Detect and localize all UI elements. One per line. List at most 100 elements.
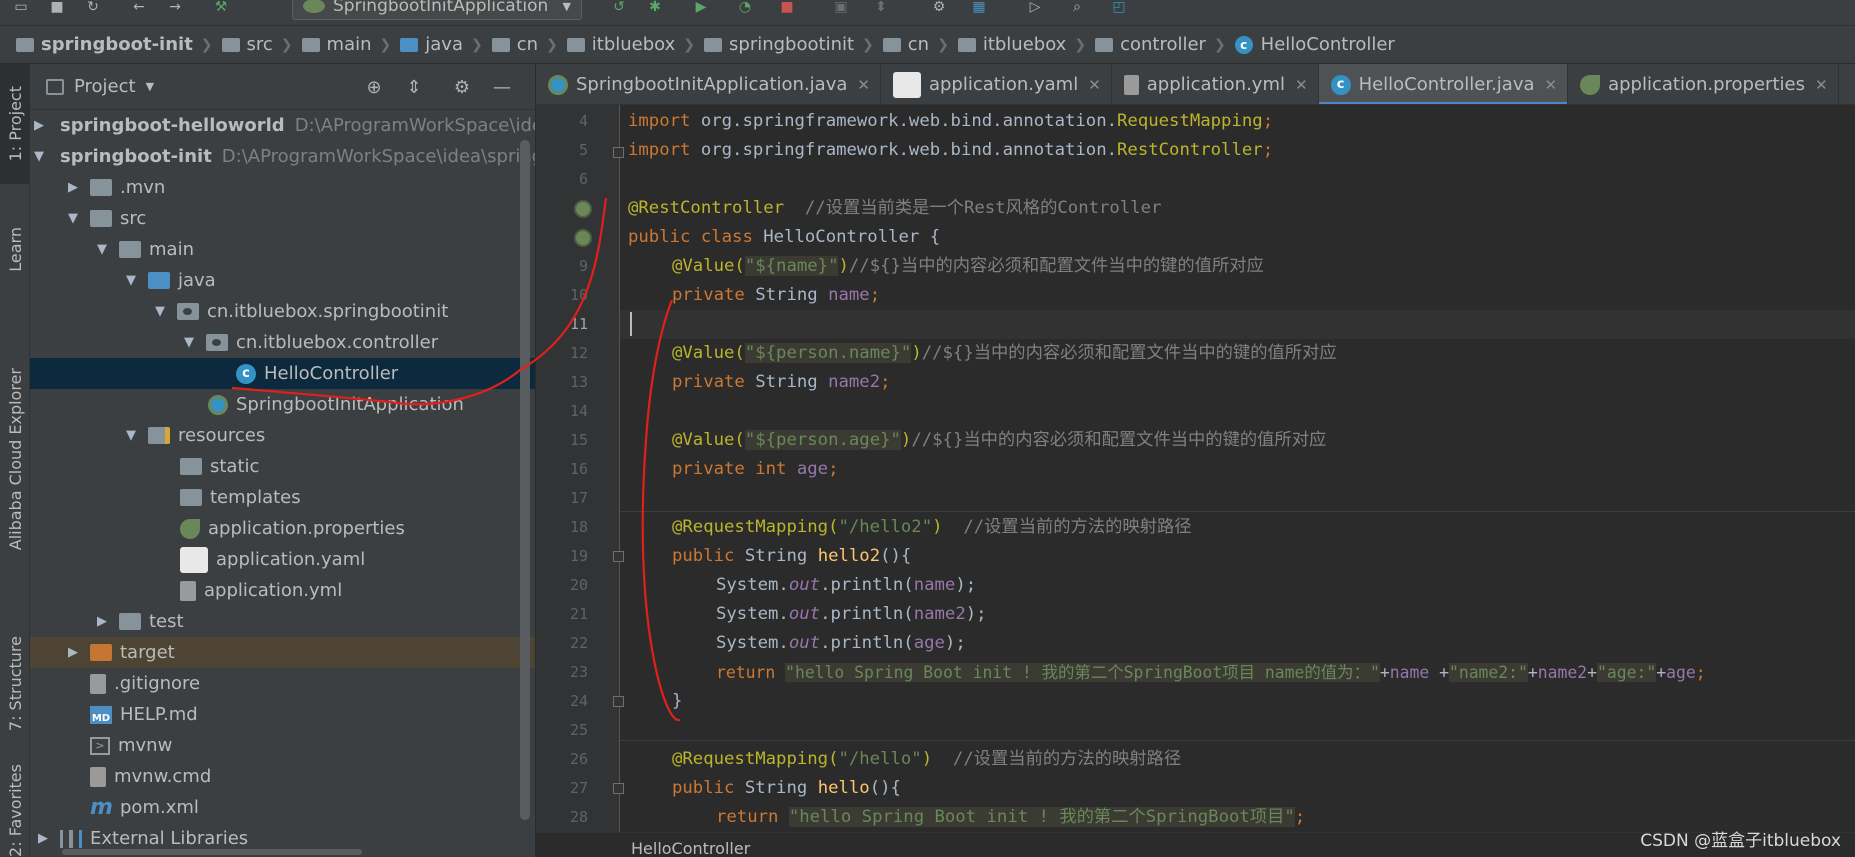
settings-wrench-icon[interactable]: ⚙ bbox=[928, 0, 950, 15]
forward-icon[interactable]: → bbox=[164, 0, 186, 15]
tool-tab-favorites[interactable]: 2: Favorites bbox=[0, 764, 30, 857]
tab-application-yml[interactable]: application.yml ✕ bbox=[1112, 64, 1319, 104]
tree-item-package-springbootinit[interactable]: ▼ cn.itbluebox.springbootinit bbox=[30, 296, 535, 327]
stop-icon[interactable]: ■ bbox=[776, 0, 798, 15]
collapse-all-icon[interactable]: ⇕ bbox=[402, 76, 426, 98]
fold-marker-icon[interactable] bbox=[613, 783, 624, 794]
chevron-down-icon[interactable]: ▼ bbox=[180, 335, 198, 350]
tree-item-application-yaml[interactable]: application.yaml bbox=[30, 544, 535, 575]
tree-item-resources[interactable]: ▼ resources bbox=[30, 420, 535, 451]
chevron-down-icon[interactable]: ▼ bbox=[151, 304, 169, 319]
tree-item-mvnw[interactable]: > mvnw bbox=[30, 730, 535, 761]
breadcrumb-item[interactable]: springboot-init bbox=[16, 34, 193, 55]
attach-icon[interactable]: ▣ bbox=[830, 0, 852, 15]
chevron-down-icon[interactable]: ▼ bbox=[146, 80, 154, 93]
code-line-20: System.out.println(name); bbox=[716, 575, 977, 595]
chevron-right-icon[interactable]: ▶ bbox=[93, 614, 111, 629]
tree-item-mvn[interactable]: ▶ .mvn bbox=[30, 172, 535, 203]
gear-icon[interactable]: ⚙ bbox=[450, 76, 474, 98]
breadcrumb-item[interactable]: cn bbox=[491, 34, 538, 55]
footer-breadcrumb-item[interactable]: HelloController bbox=[631, 839, 750, 857]
run-coverage-icon[interactable]: ▶ bbox=[690, 0, 712, 15]
rerun-icon[interactable]: ↺ bbox=[608, 0, 630, 15]
breadcrumb-item[interactable]: itbluebox bbox=[566, 34, 675, 55]
project-vertical-scrollbar[interactable] bbox=[520, 140, 530, 820]
tree-item-application-yml[interactable]: application.yml bbox=[30, 575, 535, 606]
tree-item-package-controller[interactable]: ▼ cn.itbluebox.controller bbox=[30, 327, 535, 358]
chevron-down-icon[interactable]: ▼ bbox=[93, 242, 111, 257]
tab-application-properties[interactable]: application.properties ✕ bbox=[1568, 64, 1839, 104]
breadcrumb-item[interactable]: src bbox=[221, 34, 273, 55]
chevron-down-icon[interactable]: ▼ bbox=[34, 149, 44, 164]
chevron-right-icon[interactable]: ▶ bbox=[64, 180, 82, 195]
fold-marker-icon[interactable] bbox=[613, 147, 624, 158]
breadcrumb-item[interactable]: java bbox=[400, 34, 463, 55]
chevron-right-icon[interactable]: ▶ bbox=[64, 645, 82, 660]
ide-icon[interactable]: ◰ bbox=[1108, 0, 1130, 15]
chevron-right-icon[interactable]: ▶ bbox=[34, 118, 44, 133]
close-icon[interactable]: ✕ bbox=[1545, 76, 1558, 94]
breadcrumb-item[interactable]: controller bbox=[1095, 34, 1206, 55]
run-configuration-select[interactable]: SpringbootInitApplication ▼ bbox=[292, 0, 582, 20]
project-horizontal-scrollbar[interactable] bbox=[62, 849, 362, 855]
close-icon[interactable]: ✕ bbox=[857, 76, 870, 94]
close-icon[interactable]: ✕ bbox=[1295, 76, 1308, 94]
code-line-21: System.out.println(name2); bbox=[716, 604, 987, 624]
tree-item-springboot-init[interactable]: ▼ springboot-init D:\AProgramWorkSpace\id… bbox=[30, 141, 535, 172]
tree-item-hellocontroller[interactable]: c HelloController bbox=[30, 358, 535, 389]
spring-bean-icon[interactable] bbox=[574, 200, 592, 218]
spring-bean-icon[interactable] bbox=[574, 229, 592, 247]
tree-item-application-properties[interactable]: application.properties bbox=[30, 513, 535, 544]
search-icon[interactable]: ⌕ bbox=[1066, 0, 1088, 15]
chevron-down-icon[interactable]: ▼ bbox=[64, 211, 82, 226]
locate-icon[interactable]: ⊕ bbox=[362, 76, 386, 98]
breadcrumb-item[interactable]: itbluebox bbox=[957, 34, 1066, 55]
back-icon[interactable]: ← bbox=[128, 0, 150, 15]
tab-springbootinitapplication-java[interactable]: SpringbootInitApplication.java ✕ bbox=[536, 64, 881, 104]
tool-tab-project[interactable]: 1: Project bbox=[0, 64, 30, 184]
fold-marker-icon[interactable] bbox=[613, 551, 624, 562]
tree-item-springbootinitapplication[interactable]: SpringbootInitApplication bbox=[30, 389, 535, 420]
fold-marker-icon[interactable] bbox=[613, 696, 624, 707]
tool-tab-alibaba-cloud-explorer[interactable]: Alibaba Cloud Explorer bbox=[0, 309, 30, 609]
deploy-icon[interactable]: ⬍ bbox=[870, 0, 892, 15]
editor-tab-bar: SpringbootInitApplication.java ✕ applica… bbox=[536, 64, 1855, 105]
tool-tab-learn[interactable]: Learn bbox=[0, 199, 30, 299]
tree-item-pom-xml[interactable]: m pom.xml bbox=[30, 792, 535, 823]
debug-icon[interactable]: ✱ bbox=[644, 0, 666, 15]
tree-item-main[interactable]: ▼ main bbox=[30, 234, 535, 265]
tree-item-mvnw-cmd[interactable]: mvnw.cmd bbox=[30, 761, 535, 792]
profile-icon[interactable]: ◔ bbox=[734, 0, 756, 15]
chevron-down-icon[interactable]: ▼ bbox=[122, 273, 140, 288]
folder-open-icon[interactable]: ▭ bbox=[10, 0, 32, 15]
tree-item-templates[interactable]: templates bbox=[30, 482, 535, 513]
breadcrumb-item[interactable]: springbootinit bbox=[704, 34, 854, 55]
tree-item-help-md[interactable]: MD HELP.md bbox=[30, 699, 535, 730]
tree-item-target[interactable]: ▶ target bbox=[30, 637, 535, 668]
project-structure-icon[interactable]: ▦ bbox=[968, 0, 990, 15]
chevron-down-icon[interactable]: ▼ bbox=[122, 428, 140, 443]
chevron-right-icon[interactable]: ▶ bbox=[34, 831, 52, 846]
line-number: 21 bbox=[569, 605, 588, 623]
build-icon[interactable]: ⚒ bbox=[210, 0, 232, 15]
save-icon[interactable]: ■ bbox=[46, 0, 68, 15]
tab-application-yaml[interactable]: application.yaml ✕ bbox=[881, 64, 1112, 104]
project-view-selector[interactable]: Project bbox=[74, 76, 136, 97]
tree-item-java[interactable]: ▼ java bbox=[30, 265, 535, 296]
tree-item-src[interactable]: ▼ src bbox=[30, 203, 535, 234]
close-icon[interactable]: ✕ bbox=[1815, 76, 1828, 94]
tree-item-static[interactable]: static bbox=[30, 451, 535, 482]
tree-item-gitignore[interactable]: .gitignore bbox=[30, 668, 535, 699]
breadcrumb-item[interactable]: main bbox=[301, 34, 372, 55]
hide-icon[interactable]: — bbox=[490, 76, 514, 98]
tree-item-test[interactable]: ▶ test bbox=[30, 606, 535, 637]
run-anything-icon[interactable]: ▷ bbox=[1024, 0, 1046, 15]
breadcrumb-item[interactable]: c HelloController bbox=[1234, 34, 1395, 55]
sync-icon[interactable]: ↻ bbox=[82, 0, 104, 15]
breadcrumb-item[interactable]: cn bbox=[882, 34, 929, 55]
close-icon[interactable]: ✕ bbox=[1088, 76, 1101, 94]
class-icon: c bbox=[236, 363, 256, 384]
tool-tab-structure[interactable]: 7: Structure bbox=[0, 624, 30, 744]
tab-hellocontroller-java[interactable]: c HelloController.java ✕ bbox=[1318, 64, 1569, 104]
tree-item-springboot-helloworld[interactable]: ▶ springboot-helloworld D:\AProgramWorkSp… bbox=[30, 110, 535, 141]
